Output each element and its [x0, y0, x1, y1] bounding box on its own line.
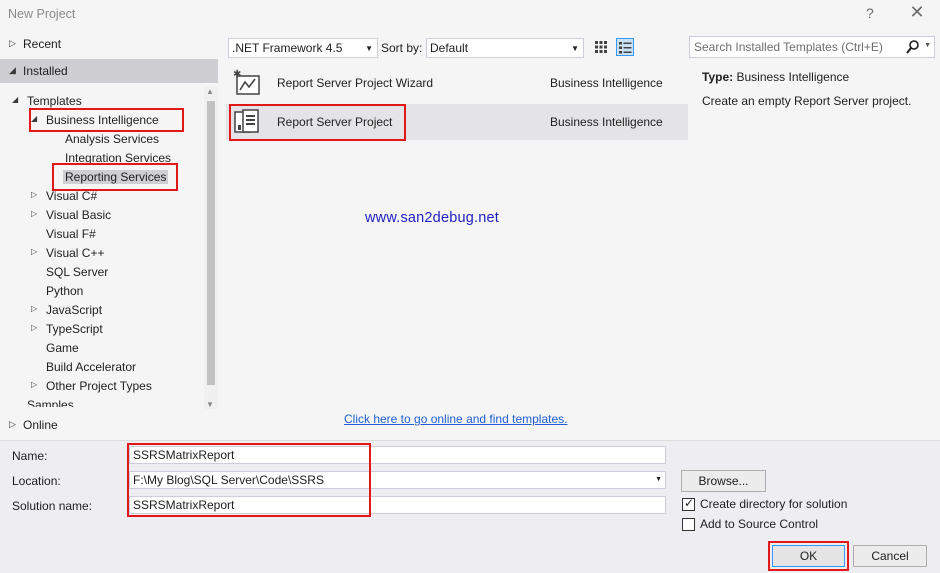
search-icon[interactable]	[906, 39, 920, 55]
expand-arrow-icon[interactable]: ▷	[31, 304, 37, 313]
tree-item-build-accelerator[interactable]: Build Accelerator	[0, 358, 200, 377]
tree-item-visual-c[interactable]: ▷ Visual C++	[0, 244, 200, 263]
checkmark-icon: ✓	[684, 496, 695, 510]
tree-item-label: Visual C#	[46, 189, 98, 203]
template-tree: ◢ Templates ◢ Business Intelligence Analysis…	[0, 87, 218, 407]
tree-item-label: Game	[46, 341, 79, 355]
collapse-arrow-icon[interactable]: ◢	[12, 95, 18, 104]
tree-item-label: Visual Basic	[46, 208, 112, 222]
tree-item-visual-basic[interactable]: ▷ Visual Basic	[0, 206, 200, 225]
annotation-box-ok	[768, 541, 849, 571]
framework-dropdown[interactable]: .NET Framework 4.5 ▼	[228, 38, 378, 58]
window-title: New Project	[8, 7, 76, 21]
list-view-button[interactable]	[616, 38, 634, 56]
tree-item-javascript[interactable]: ▷ JavaScript	[0, 301, 200, 320]
tree-item-label: Python	[46, 284, 84, 298]
tree-item-game[interactable]: Game	[0, 339, 200, 358]
tree-item-python[interactable]: Python	[0, 282, 200, 301]
tree-item-label: Visual F#	[46, 227, 96, 241]
scrollbar-thumb[interactable]	[207, 101, 215, 385]
expand-arrow-icon[interactable]: ▷	[31, 380, 37, 389]
expand-arrow-icon[interactable]: ▷	[31, 190, 37, 199]
expand-arrow-icon: ▷	[9, 38, 16, 48]
sort-label: Sort by:	[381, 41, 423, 55]
type-value: Business Intelligence	[736, 70, 850, 84]
tree-item-label: Templates	[27, 94, 82, 108]
small-icons-view-button[interactable]	[592, 38, 610, 56]
tree-item-label: Analysis Services	[65, 132, 160, 146]
scroll-down-icon[interactable]: ▼	[206, 400, 214, 409]
tree-item-samples[interactable]: Samples	[0, 396, 200, 407]
annotation-box-reporting-services	[52, 163, 178, 191]
tree-item-analysis-services[interactable]: Analysis Services	[0, 130, 200, 149]
list-view-icon	[619, 42, 632, 54]
template-item-report-server-project-wizard[interactable]: ✱ Report Server Project Wizard Business …	[226, 65, 688, 101]
svg-text:✱: ✱	[233, 69, 241, 80]
annotation-box-report-server-project	[229, 104, 406, 141]
tree-item-label: SQL Server	[46, 265, 109, 279]
chevron-down-icon[interactable]: ▼	[924, 42, 931, 49]
tree-item-sql-server[interactable]: SQL Server	[0, 263, 200, 282]
template-toolbar: .NET Framework 4.5 ▼ Sort by: Default ▼	[226, 36, 686, 60]
sort-dropdown[interactable]: Default ▼	[426, 38, 584, 58]
help-button[interactable]: ?	[866, 5, 874, 21]
template-details: Type: Business Intelligence Create an em…	[702, 70, 932, 108]
template-tree-pane: ▷ Recent ◢ Installed ◢ Templates ◢ Business…	[0, 30, 220, 440]
tree-item-typescript[interactable]: ▷ TypeScript	[0, 320, 200, 339]
tree-item-other-project-types[interactable]: ▷ Other Project Types	[0, 377, 200, 396]
search-input[interactable]: Search Installed Templates (Ctrl+E) ▼	[689, 36, 935, 58]
tree-item-label: Other Project Types	[46, 379, 152, 393]
sidebar-section-recent[interactable]: ▷ Recent	[0, 32, 218, 56]
type-label: Type:	[702, 70, 734, 84]
collapse-arrow-icon: ◢	[9, 65, 16, 75]
grid-view-icon	[595, 41, 607, 53]
chevron-down-icon: ▼	[571, 44, 579, 53]
expand-arrow-icon[interactable]: ▷	[31, 323, 37, 332]
tree-item-label: TypeScript	[46, 322, 103, 336]
expand-arrow-icon[interactable]: ▷	[31, 209, 37, 218]
tree-item-visual-f[interactable]: Visual F#	[0, 225, 200, 244]
tree-item-label: Visual C++	[46, 246, 105, 260]
scroll-up-icon[interactable]: ▲	[206, 87, 214, 96]
cancel-button[interactable]: Cancel	[853, 545, 927, 567]
tree-item-label: Samples	[27, 398, 74, 407]
online-templates-link[interactable]: Click here to go online and find templat…	[344, 412, 567, 426]
solution-name-label: Solution name:	[12, 499, 93, 513]
browse-button[interactable]: Browse...	[681, 470, 766, 492]
template-description: Create an empty Report Server project.	[702, 94, 912, 108]
annotation-box-business-intelligence	[29, 108, 184, 132]
tree-item-label: Build Accelerator	[46, 360, 137, 374]
name-label: Name:	[12, 449, 48, 463]
watermark-text: www.san2debug.net	[365, 210, 499, 226]
chevron-down-icon: ▼	[365, 44, 373, 53]
expand-arrow-icon[interactable]: ▷	[31, 247, 37, 256]
tree-scrollbar[interactable]: ▲ ▼	[204, 87, 218, 409]
sidebar-section-installed[interactable]: ◢ Installed	[0, 59, 218, 83]
expand-arrow-icon: ▷	[9, 419, 16, 429]
annotation-box-form-fields	[127, 443, 371, 517]
title-bar: New Project ? ✕	[0, 0, 940, 30]
location-label: Location:	[12, 474, 61, 488]
close-button[interactable]: ✕	[908, 2, 926, 24]
tree-item-label: JavaScript	[46, 303, 103, 317]
sidebar-section-online[interactable]: ▷ Online	[0, 413, 218, 437]
chevron-down-icon[interactable]: ▼	[655, 476, 662, 483]
wizard-icon: ✱	[233, 69, 260, 95]
